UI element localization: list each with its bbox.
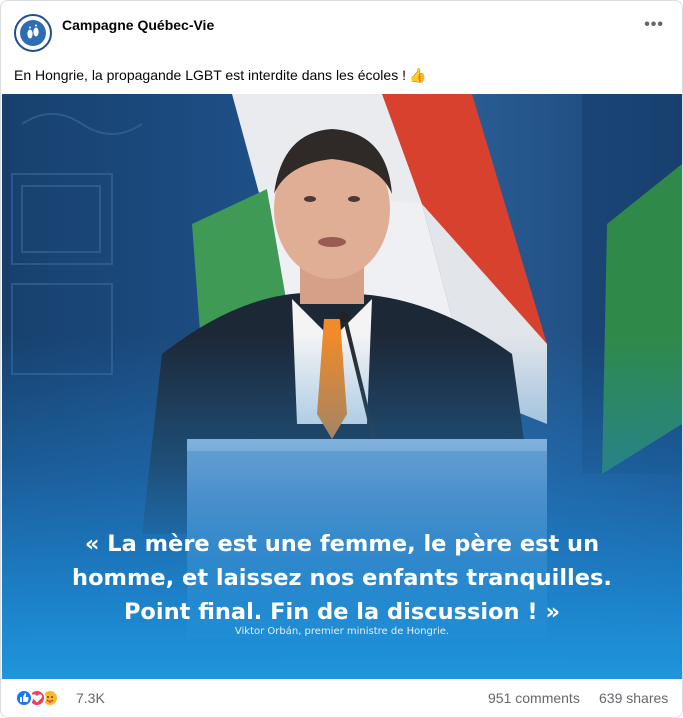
post-image[interactable]: « La mère est une femme, le père est un … (2, 94, 682, 679)
page-name[interactable]: Campagne Québec-Vie (62, 17, 214, 33)
post-card: Campagne Québec-Vie ••• En Hongrie, la p… (0, 0, 683, 718)
quote-attribution: Viktor Orbán, premier ministre de Hongri… (234, 626, 450, 637)
thumbs-up-emoji: 👍 (408, 67, 427, 83)
reaction-icons[interactable] (15, 689, 75, 707)
shares-count[interactable]: 639 shares (599, 690, 668, 706)
like-reaction-icon (15, 689, 33, 707)
comments-count[interactable]: 951 comments (488, 690, 580, 706)
post-caption: En Hongrie, la propagande LGBT est inter… (14, 67, 426, 84)
reaction-count[interactable]: 7.3K (76, 690, 105, 706)
caption-text: En Hongrie, la propagande LGBT est inter… (14, 67, 406, 83)
more-options-icon[interactable]: ••• (644, 16, 664, 34)
page-avatar[interactable] (14, 14, 52, 52)
footprints-logo-icon (20, 20, 46, 46)
post-header: Campagne Québec-Vie ••• (1, 1, 682, 59)
quote-line-3: Point final. Fin de la discussion ! » (123, 599, 561, 625)
quote-line-1: « La mère est une femme, le père est un (84, 531, 600, 557)
post-footer: 7.3K 951 comments 639 shares (1, 681, 682, 717)
quote-line-2: homme, et laissez nos enfants tranquille… (72, 565, 612, 591)
